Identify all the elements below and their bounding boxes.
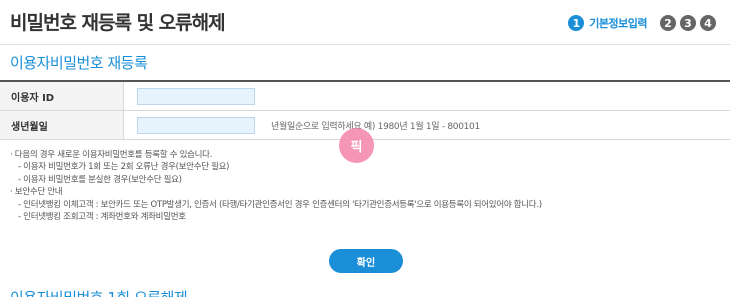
step-4-badge: 4 <box>700 15 716 31</box>
note-item: - 이용자 비밀번호가 1회 또는 2회 오류난 경우(보안수단 필요) <box>18 162 230 173</box>
note-item: - 인터넷뱅킹 이체고객 : 보안카드 또는 OTP발생기, 인증서 (타행/타… <box>18 199 542 210</box>
note-item: · 다음의 경우 새로운 이용자비밀번호를 등록할 수 있습니다. <box>10 150 213 160</box>
title-divider <box>0 44 730 45</box>
note-item: · 보안수단 안내 <box>10 187 63 198</box>
note-item: - 이용자 비밀번호를 분실한 경우(보안수단 필요) <box>18 174 182 185</box>
note-item: - 인터넷뱅킹 조회고객 : 계좌번호와 계좌비밀번호 <box>18 212 186 223</box>
step-1-badge: 1 <box>568 15 585 31</box>
step-2-badge: 2 <box>660 15 676 31</box>
step-1-label: 기본정보입력 <box>589 17 647 30</box>
user-id-row: 이용자 ID <box>0 82 730 111</box>
step-indicator: 1 기본정보입력 2 3 4 <box>568 15 716 31</box>
user-id-label: 이용자 ID <box>0 82 124 110</box>
next-section-title: 이용자비밀번호 1회 오류해제 <box>10 287 188 297</box>
confirm-button[interactable]: 확인 <box>329 249 403 273</box>
birth-date-input[interactable] <box>137 116 255 134</box>
step-3-badge: 3 <box>680 15 696 31</box>
birth-date-label: 생년월일 <box>0 111 124 139</box>
section-title: 이용자비밀번호 재등록 <box>10 54 148 72</box>
user-id-input[interactable] <box>137 87 255 105</box>
birth-date-hint: 년월일순으로 입력하세요 예) 1980년 1월 1일 - 800101 <box>271 121 480 132</box>
page-title: 비밀번호 재등록 및 오류해제 <box>10 12 226 34</box>
notes-list: · 다음의 경우 새로운 이용자비밀번호를 등록할 수 있습니다. - 이용자 … <box>10 149 542 223</box>
